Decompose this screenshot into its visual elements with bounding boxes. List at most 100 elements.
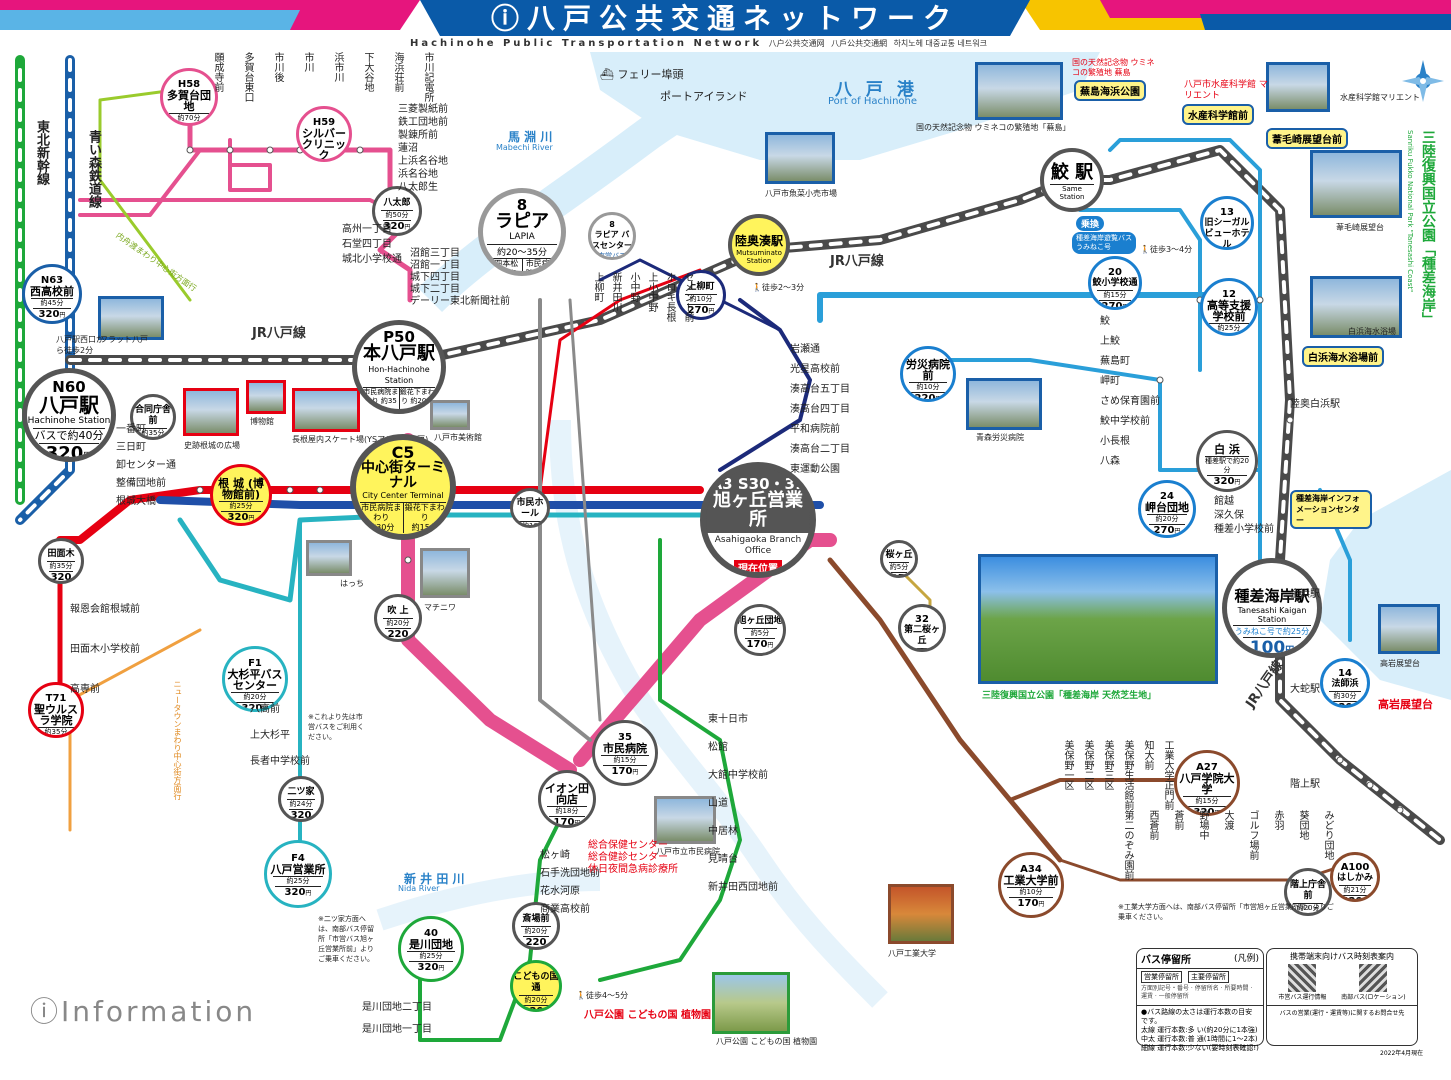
stop-label-brown-south[interactable]: 第二のぞみ園前 (1120, 810, 1135, 880)
stop-label-green-east[interactable]: 新井田西団地前 (708, 878, 778, 893)
hub-hashikami[interactable]: A100はしかみ約21分420円 (1330, 852, 1380, 902)
stop-label-brown-south[interactable]: 赤羽 (1270, 810, 1285, 830)
hub-tanesashi-station[interactable]: 種差海岸駅 Tanesashi Kaigan Station うみねこ号で約25… (1222, 558, 1322, 658)
stop-label-teal-south[interactable]: 長者中学校前 (250, 752, 310, 767)
stop-label-blue-east[interactable]: 蕪島町 (1100, 352, 1130, 367)
stop-label-pink-top[interactable]: 下大谷地 (360, 52, 375, 92)
stop-dot[interactable] (186, 146, 194, 154)
stop-label-blue-east[interactable]: 鮫 (1100, 312, 1110, 327)
stop-label-pink-top[interactable]: 市川記電所 (420, 52, 435, 102)
stop-label-green-east[interactable]: 松館 (708, 738, 728, 753)
stop-label-blue-east[interactable]: 光星高校前 (790, 360, 840, 375)
hub-lapia-bus-center[interactable]: 8 ラピア バスセンター 市営バス (588, 212, 636, 260)
hub-sakuragaoka[interactable]: 桜ヶ丘約5分170円 (880, 540, 918, 578)
hub-tadamenoki[interactable]: 田面木約35分320円 (38, 538, 84, 584)
hub-rosai[interactable]: 労災病院前 約10分 220円 (900, 346, 956, 402)
stop-label-red-west[interactable]: 整備団地前 (116, 474, 166, 489)
hub-aeon-tamukai[interactable]: イオン田向店 約18分 170円 (538, 770, 596, 828)
stop-label-gray-center[interactable]: 上柳町 (590, 272, 605, 302)
stop-label-green-east[interactable]: 東十日市 (708, 710, 748, 725)
stop-label-green-south[interactable]: 花水河原 (540, 882, 580, 897)
stop-dot[interactable] (404, 556, 412, 564)
stop-label-red-south[interactable]: 田面木小学校前 (70, 640, 140, 655)
stop-dot[interactable] (356, 146, 364, 154)
stop-label-green-east[interactable]: 山道 (708, 794, 728, 809)
stop-label-brown-south[interactable]: 大渡 (1220, 810, 1235, 830)
stop-label-teal-south[interactable]: 八高前 (250, 700, 280, 715)
stop-label-green-south[interactable]: 松ヶ崎 (540, 846, 570, 861)
qr-right[interactable]: 南部バス(ロケーション) (1341, 964, 1406, 1001)
stop-dot[interactable] (1156, 376, 1164, 384)
stop-label-pink-lower[interactable]: 城北小学校通 (342, 250, 402, 265)
hub-korekawa[interactable]: 40 是川団地 約25分 320円 (398, 916, 464, 982)
stop-label-pink-lower[interactable]: 高州一丁目 (342, 220, 392, 235)
stop-dot[interactable] (226, 146, 234, 154)
stop-label-blue-east[interactable]: 上鮫 (1100, 332, 1120, 347)
stop-label-pink-right[interactable]: 八太郎生 (398, 178, 438, 193)
hub-hachinohe-station[interactable]: N60 八戸駅 Hachinohe Station バスで約40分 320円 (22, 368, 116, 462)
stop-label-pink-top[interactable]: 多賀台東口 (240, 52, 255, 102)
hub-shimin-byoin[interactable]: 35 市民病院 約15分 170円 (592, 720, 658, 786)
hub-hoshihama[interactable]: 14法師浜約30分320円 (1320, 658, 1370, 708)
stop-label-gray-center[interactable]: ホロキ長根 (662, 272, 677, 322)
stop-label-shirahama-south[interactable]: 深久保 (1214, 506, 1244, 521)
hub-city-center-terminal[interactable]: C5 中心街ターミナル City Center Terminal 市民病院まわり… (350, 434, 456, 540)
stop-label-blue-east[interactable]: 東運動公園 (790, 460, 840, 475)
stop-label-brown-south[interactable]: 野場中 (1195, 810, 1210, 840)
stop-label-green-west[interactable]: 是川団地一丁目 (362, 1020, 432, 1035)
stop-label-blue-east[interactable]: 鮫中学校前 (1100, 412, 1150, 427)
stop-label-gray-center[interactable]: セメント前 (680, 272, 695, 322)
stop-label-brown-south[interactable]: 西蒼前 (1145, 810, 1160, 840)
stop-label-green-south[interactable]: 商業高校前 (540, 900, 590, 915)
hub-asahigaoka-branch[interactable]: A3 S30・31 旭ヶ丘営業所 Asahigaoka Branch Offic… (700, 462, 816, 578)
hub-asahigaoka-danchi[interactable]: 旭ヶ丘団地 約5分 170円 (734, 604, 786, 656)
stop-label-jr-east[interactable]: 階上駅 (1290, 775, 1320, 790)
hub-shirahama[interactable]: 白 浜種差駅で約20分 320円 (1196, 430, 1258, 492)
stop-label-pink-top[interactable]: 市川後 (270, 52, 285, 82)
hub-kogyo-daigaku[interactable]: A34 工業大学前 約10分 170円 (998, 852, 1064, 918)
stop-label-brown-north[interactable]: 美保野一区 (1060, 740, 1075, 790)
stop-label-brown-north[interactable]: 美保野生活館前 (1120, 740, 1135, 810)
stop-label-pink-lower[interactable]: 石堂四丁目 (342, 235, 392, 250)
stop-label-blue-east[interactable]: さめ保育園前 (1100, 392, 1160, 407)
stop-label-green-east[interactable]: 大館中学校前 (708, 766, 768, 781)
stop-label-pink-top[interactable]: 海浜荘前 (390, 52, 405, 92)
stop-dot[interactable] (1396, 806, 1404, 814)
hub-lapia[interactable]: 8 ラピア LAPIA 約20〜35分 四本松まわり220 市民病院まわり270 (478, 188, 566, 276)
stop-label-brown-south[interactable]: みどり団地 (1320, 810, 1335, 860)
stop-label-brown-north[interactable]: 美保野二区 (1080, 740, 1095, 790)
hub-silver-clinic[interactable]: H59シルバークリニック約70分320円 (296, 106, 352, 162)
stop-label-jr-east[interactable]: 陸奥白浜駅 (1290, 395, 1340, 410)
stop-kabushima-park[interactable]: 蕪島海浜公園 (1074, 80, 1146, 101)
hub-nejo[interactable]: 根 城 (博物館前) 約25分 320円 (210, 464, 272, 526)
stop-label-green-east[interactable]: 中居林 (708, 822, 738, 837)
stop-label-gray-center[interactable]: 新井田川 (608, 272, 623, 312)
qr-left[interactable]: 市営バス運行情報 (1278, 964, 1326, 1001)
stop-label-gray-center[interactable]: 小中野 (626, 272, 641, 302)
stop-dot[interactable] (316, 486, 324, 494)
stop-label-jr-east[interactable]: 金浜駅 (1290, 585, 1320, 600)
stop-ashigezaki[interactable]: 葦毛崎展望台前 (1266, 128, 1348, 149)
stop-label-pink-top[interactable]: 市川 (300, 52, 315, 72)
stop-label-green-west[interactable]: 是川団地二丁目 (362, 998, 432, 1013)
stop-label-red-south[interactable]: 高専前 (70, 680, 100, 695)
stop-label-pink-lower[interactable]: デーリー東北新聞社前 (410, 292, 510, 307)
stop-suisan-kagakukan[interactable]: 水産科学館前 (1182, 104, 1254, 125)
stop-label-blue-east[interactable]: 湊高台二丁目 (790, 440, 850, 455)
stop-label-green-east[interactable]: 見晴台 (708, 850, 738, 865)
stop-shirahama-beach[interactable]: 白浜海水浴場前 (1302, 346, 1384, 367)
stop-dot[interactable] (1336, 756, 1344, 764)
stop-label-brown-north[interactable]: 美保野三区 (1100, 740, 1115, 790)
stop-label-red-west[interactable]: 卸センター通 (116, 456, 176, 471)
hub-same-shogakko[interactable]: 20 鮫小学校通 約15分 270円 (1088, 256, 1142, 310)
stop-tanesashi-info[interactable]: 種差海岸インフォメーションセンター (1290, 490, 1372, 529)
hub-kodomo[interactable]: こどもの国通約20分220円 (510, 960, 562, 1012)
stop-label-brown-south[interactable]: ゴルフ場前 (1245, 810, 1260, 860)
stop-label-pink-top[interactable]: 願成寺前 (210, 52, 225, 92)
stop-dot[interactable] (266, 146, 274, 154)
stop-label-brown-south[interactable]: 葵団地 (1295, 810, 1310, 840)
hub-nishi-koko[interactable]: N63 西高校前 約45分 320円 (22, 264, 82, 324)
stop-dot[interactable] (1366, 781, 1374, 789)
hub-mutsuminato-station[interactable]: 陸奥湊駅 Mutsuminato Station (728, 214, 790, 276)
hub-futatsuya[interactable]: 二ツ家約24分320円 (278, 776, 324, 822)
